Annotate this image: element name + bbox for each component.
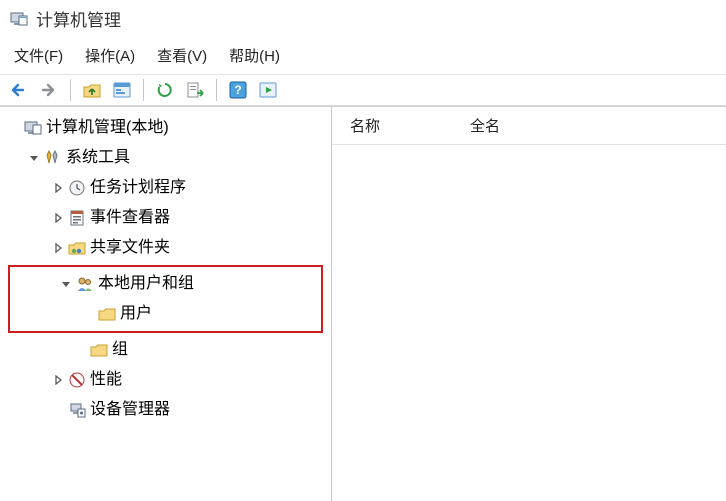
column-header-name[interactable]: 名称 bbox=[350, 115, 380, 136]
run-icon bbox=[258, 81, 278, 99]
toolbar-separator bbox=[216, 79, 217, 101]
tree-label: 共享文件夹 bbox=[90, 233, 170, 263]
help-icon: ? bbox=[229, 81, 247, 99]
tree-groups[interactable]: 组 bbox=[2, 335, 331, 365]
svg-text:?: ? bbox=[234, 83, 241, 97]
local-users-groups-icon bbox=[74, 275, 96, 293]
tree-label: 系统工具 bbox=[66, 143, 130, 173]
expander-closed[interactable] bbox=[50, 183, 66, 193]
refresh-icon bbox=[156, 81, 174, 99]
tree-root-computer-management[interactable]: 计算机管理(本地) bbox=[2, 113, 331, 143]
toolbar-separator bbox=[143, 79, 144, 101]
computer-management-icon bbox=[22, 119, 44, 137]
column-header-fullname[interactable]: 全名 bbox=[470, 115, 500, 136]
tree-users[interactable]: 用户 bbox=[10, 299, 321, 329]
back-button[interactable] bbox=[6, 77, 32, 103]
tree-label: 性能 bbox=[90, 365, 122, 395]
shared-folders-icon bbox=[66, 239, 88, 257]
list-pane: 名称 全名 bbox=[332, 107, 726, 501]
toolbar-separator bbox=[70, 79, 71, 101]
menu-help[interactable]: 帮助(H) bbox=[229, 45, 280, 66]
highlight-box: 本地用户和组 用户 bbox=[8, 265, 323, 333]
menu-action[interactable]: 操作(A) bbox=[85, 45, 135, 66]
expander-open[interactable] bbox=[26, 153, 42, 163]
tree-local-users-and-groups[interactable]: 本地用户和组 bbox=[10, 269, 321, 299]
menu-bar: 文件(F) 操作(A) 查看(V) 帮助(H) bbox=[0, 35, 726, 74]
properties-button[interactable] bbox=[109, 77, 135, 103]
system-tools-icon bbox=[42, 149, 64, 167]
tree-performance[interactable]: 性能 bbox=[2, 365, 331, 395]
expander-closed[interactable] bbox=[50, 375, 66, 385]
export-list-button[interactable] bbox=[182, 77, 208, 103]
help-button[interactable]: ? bbox=[225, 77, 251, 103]
tree-pane: 计算机管理(本地) 系统工具 bbox=[0, 107, 332, 501]
folder-icon bbox=[88, 342, 110, 358]
tree-task-scheduler[interactable]: 任务计划程序 bbox=[2, 173, 331, 203]
list-header: 名称 全名 bbox=[332, 107, 726, 145]
up-button[interactable] bbox=[79, 77, 105, 103]
window-title: 计算机管理 bbox=[36, 6, 121, 31]
clock-icon bbox=[66, 179, 88, 197]
tree-label: 用户 bbox=[120, 299, 152, 329]
folder-icon bbox=[96, 306, 118, 322]
properties-icon bbox=[112, 81, 132, 99]
up-folder-icon bbox=[82, 81, 102, 99]
device-manager-icon bbox=[66, 401, 88, 419]
toolbar: ? bbox=[0, 74, 726, 106]
expander-closed[interactable] bbox=[50, 213, 66, 223]
tree-label: 组 bbox=[112, 335, 128, 365]
tree-label: 设备管理器 bbox=[90, 395, 170, 425]
console-tree[interactable]: 计算机管理(本地) 系统工具 bbox=[0, 113, 331, 425]
expander-open[interactable] bbox=[58, 279, 74, 289]
tree-event-viewer[interactable]: 事件查看器 bbox=[2, 203, 331, 233]
menu-file[interactable]: 文件(F) bbox=[14, 45, 63, 66]
tree-label: 任务计划程序 bbox=[90, 173, 186, 203]
tree-label: 事件查看器 bbox=[90, 203, 170, 233]
app-icon bbox=[10, 10, 28, 28]
tree-label: 本地用户和组 bbox=[98, 269, 194, 299]
tree-label: 计算机管理(本地) bbox=[46, 113, 169, 143]
back-icon bbox=[9, 82, 29, 98]
expander-closed[interactable] bbox=[50, 243, 66, 253]
export-list-icon bbox=[185, 81, 205, 99]
event-viewer-icon bbox=[66, 209, 88, 227]
tree-device-manager[interactable]: 设备管理器 bbox=[2, 395, 331, 425]
tree-system-tools[interactable]: 系统工具 bbox=[2, 143, 331, 173]
performance-icon bbox=[66, 371, 88, 389]
forward-icon bbox=[39, 82, 59, 98]
run-button[interactable] bbox=[255, 77, 281, 103]
main-content: 计算机管理(本地) 系统工具 bbox=[0, 106, 726, 501]
forward-button[interactable] bbox=[36, 77, 62, 103]
refresh-button[interactable] bbox=[152, 77, 178, 103]
tree-shared-folders[interactable]: 共享文件夹 bbox=[2, 233, 331, 263]
window-titlebar: 计算机管理 bbox=[0, 0, 726, 35]
menu-view[interactable]: 查看(V) bbox=[157, 45, 207, 66]
